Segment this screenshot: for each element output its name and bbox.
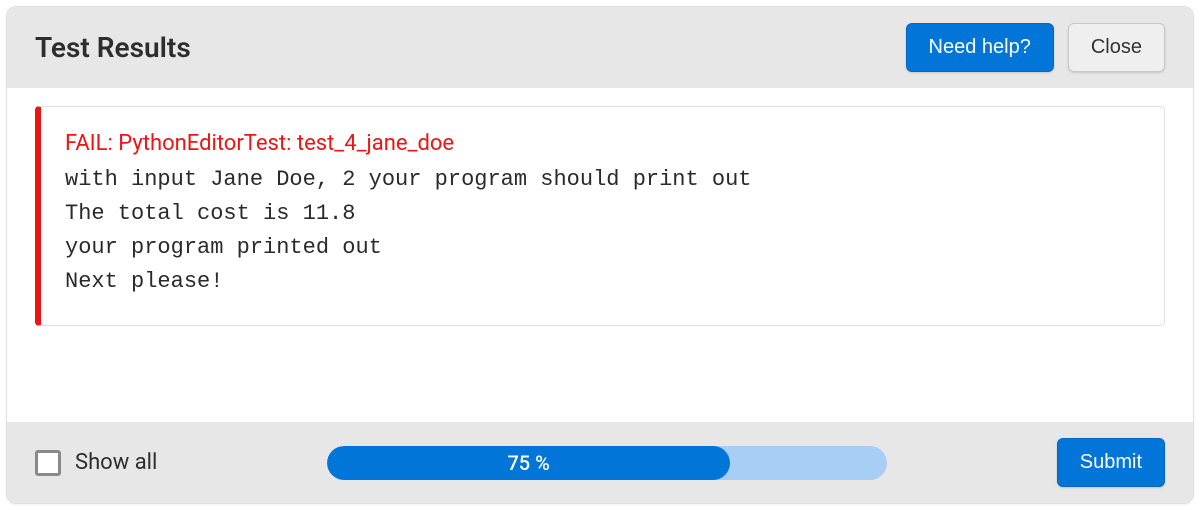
page-title: Test Results bbox=[35, 31, 191, 64]
fail-title: FAIL: PythonEditorTest: test_4_jane_doe bbox=[65, 127, 1140, 161]
progress-fill: 75 % bbox=[327, 446, 730, 480]
header-actions: Need help? Close bbox=[906, 23, 1165, 72]
submit-button[interactable]: Submit bbox=[1057, 438, 1165, 487]
test-result-card: FAIL: PythonEditorTest: test_4_jane_doe … bbox=[35, 106, 1165, 326]
progress-label: 75 % bbox=[507, 451, 549, 475]
checkbox-icon bbox=[35, 450, 61, 476]
show-all-label: Show all bbox=[75, 450, 157, 475]
panel-footer: Show all 75 % Submit bbox=[7, 422, 1193, 503]
show-all-toggle[interactable]: Show all bbox=[35, 450, 157, 476]
need-help-button[interactable]: Need help? bbox=[906, 23, 1054, 72]
fail-message: with input Jane Doe, 2 your program shou… bbox=[65, 163, 1140, 299]
close-button[interactable]: Close bbox=[1068, 23, 1165, 72]
footer-actions: Submit bbox=[1057, 438, 1165, 487]
test-results-panel: Test Results Need help? Close FAIL: Pyth… bbox=[6, 6, 1194, 504]
panel-body: FAIL: PythonEditorTest: test_4_jane_doe … bbox=[7, 88, 1193, 422]
panel-header: Test Results Need help? Close bbox=[7, 7, 1193, 88]
progress-wrap: 75 % bbox=[181, 446, 1032, 480]
progress-bar: 75 % bbox=[327, 446, 887, 480]
